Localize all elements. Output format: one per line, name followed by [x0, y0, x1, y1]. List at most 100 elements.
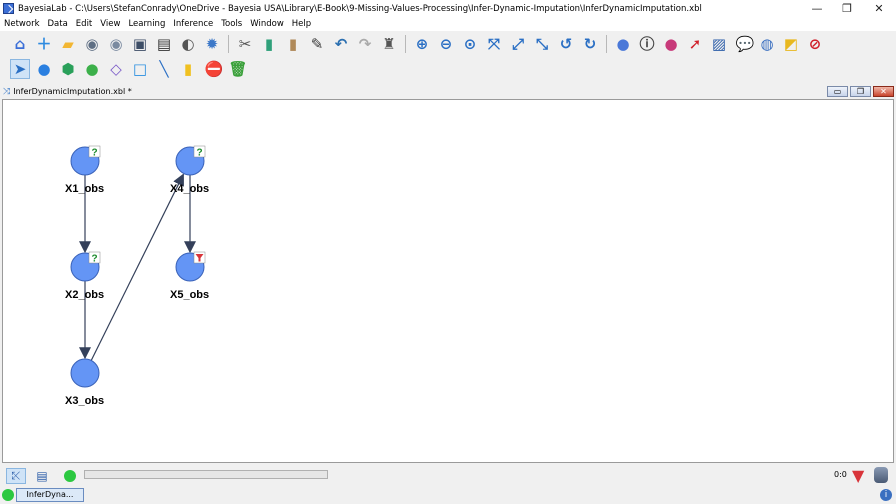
menu-edit[interactable]: Edit [76, 19, 92, 29]
shrink-button[interactable]: ⤡ [532, 34, 552, 54]
print-preview-icon: ◐ [181, 34, 195, 53]
print-button[interactable]: ▤ [154, 34, 174, 54]
title-bar: BayesiaLab - C:\Users\StefanConrady\OneD… [0, 0, 896, 17]
forbidden-arc-icon: ⊘ [808, 34, 822, 53]
main-toolbar: ⌂ ＋ ▰ ◉ ◉ ▣ ▤ ◐ ✹ ✂ ▮ ▮ ✎ ↶ ↷ ♜ ⊕ ⊖ ⊙ ⤧ ⤢ ⤡ ↺ ↻ ● ⓘ ● ➚ ▨ 💬 ◍ ◩ ⊘ [0, 32, 829, 56]
zoom-out-button[interactable]: ⊖ [436, 34, 456, 54]
zoom-in-icon: ⊕ [415, 34, 429, 53]
expand-button[interactable]: ⤢ [508, 34, 528, 54]
node-info-button[interactable]: ⓘ [637, 34, 657, 54]
binoculars-button[interactable]: ♜ [379, 34, 399, 54]
rotate-right-button[interactable]: ↻ [580, 34, 600, 54]
filter-icon[interactable]: ▼ [852, 466, 864, 485]
rotate-left-button[interactable]: ↺ [556, 34, 576, 54]
missing-value-badge-icon: ? [196, 148, 202, 159]
forbidden-arc-button[interactable]: ⊘ [805, 34, 825, 54]
format-brush-icon: ✎ [310, 34, 324, 53]
menu-data[interactable]: Data [48, 19, 68, 29]
add-note-icon: ▮ [183, 59, 193, 78]
delete-trash-button[interactable]: 🗑 [226, 59, 248, 79]
doc-minimize-button[interactable]: ▭ [827, 86, 848, 97]
graph-toolbar: ➤ ● ⬢ ● ◇ □ ╲ ▮ ⛔ 🗑 [0, 57, 250, 81]
fit-window-icon: ⤧ [487, 34, 500, 53]
paste-button[interactable]: ▮ [283, 34, 303, 54]
add-note-button[interactable]: ▮ [178, 59, 198, 79]
settings-gear-button[interactable]: ✹ [202, 34, 222, 54]
zoom-fit-button[interactable]: ⊙ [460, 34, 480, 54]
node-color-button[interactable]: ● [661, 34, 681, 54]
stop-icon: ⛔ [204, 59, 224, 78]
add-utility-node-button[interactable]: □ [130, 59, 150, 79]
window-title: BayesiaLab - C:\Users\StefanConrady\OneD… [18, 3, 702, 14]
node-label-X2_obs: X2_obs [65, 289, 105, 301]
redo-icon: ↷ [358, 34, 372, 53]
node-label-X1_obs: X1_obs [65, 183, 105, 195]
menu-tools[interactable]: Tools [221, 19, 242, 29]
node-label-X3_obs: X3_obs [65, 395, 105, 407]
zoom-fit-icon: ⊙ [463, 34, 477, 53]
add-node-hexagon-button[interactable]: ⬢ [58, 59, 78, 79]
redo-button[interactable]: ↷ [355, 34, 375, 54]
menu-network[interactable]: Network [4, 19, 40, 29]
selection-arrow-icon: ➤ [13, 59, 27, 78]
menu-view[interactable]: View [100, 19, 120, 29]
doc-restore-button[interactable]: ❐ [850, 86, 871, 97]
doc-close-button[interactable]: ✕ [873, 86, 894, 97]
network-graph-canvas[interactable]: ??? X1_obs X2_obs X3_obs X4_obs X5_obs [2, 99, 894, 463]
database-associate-button[interactable]: ◉ [106, 34, 126, 54]
copy-button[interactable]: ▮ [259, 34, 279, 54]
database-button[interactable]: ◉ [82, 34, 102, 54]
menu-help[interactable]: Help [292, 19, 311, 29]
menu-window[interactable]: Window [250, 19, 284, 29]
add-arc-icon: ╲ [159, 59, 169, 78]
save-button[interactable]: ▣ [130, 34, 150, 54]
taskbar-item-inferdynamic[interactable]: InferDyna... [16, 488, 84, 502]
menu-learning[interactable]: Learning [128, 19, 165, 29]
node-X3_obs[interactable] [70, 358, 100, 388]
network-icon: ⤨ [3, 86, 11, 97]
restore-button[interactable]: ❐ [830, 0, 864, 17]
copy-icon: ▮ [264, 34, 274, 53]
home-icon: ⌂ [14, 34, 26, 53]
print-preview-button[interactable]: ◐ [178, 34, 198, 54]
globe-info-button[interactable]: ◍ [757, 34, 777, 54]
close-window-button[interactable]: ✕ [862, 0, 896, 17]
format-brush-button[interactable]: ✎ [307, 34, 327, 54]
home-button[interactable]: ⌂ [10, 34, 30, 54]
add-constraint-node-button[interactable]: ● [82, 59, 102, 79]
bayesialab-logo-icon [3, 3, 14, 14]
node-style-icon: ● [616, 34, 630, 53]
add-node-circle-button[interactable]: ● [34, 59, 54, 79]
note-button[interactable]: ◩ [781, 34, 801, 54]
zoom-in-button[interactable]: ⊕ [412, 34, 432, 54]
add-decision-node-button[interactable]: ◇ [106, 59, 126, 79]
note-icon: ◩ [783, 34, 799, 53]
add-utility-node-icon: □ [132, 59, 148, 78]
undo-button[interactable]: ↶ [331, 34, 351, 54]
add-arc-button[interactable]: ╲ [154, 59, 174, 79]
open-folder-icon: ▰ [62, 34, 74, 53]
toolbar-separator [405, 35, 406, 53]
validation-mode-icon[interactable]: ▤ [32, 468, 52, 484]
info-icon[interactable]: i [880, 489, 892, 501]
stop-button[interactable]: ⛔ [202, 59, 224, 79]
arc-X3_obs-X4_obs[interactable] [90, 173, 184, 361]
toolbar-separator [606, 35, 607, 53]
menu-inference[interactable]: Inference [173, 19, 213, 29]
node-color-icon: ● [664, 34, 678, 53]
node-style-button[interactable]: ● [613, 34, 633, 54]
database-status-icon[interactable] [874, 467, 888, 483]
new-network-button[interactable]: ＋ [34, 34, 54, 54]
arc-red-button[interactable]: ➚ [685, 34, 705, 54]
comment-button[interactable]: 💬 [733, 34, 755, 54]
image-button[interactable]: ▨ [709, 34, 729, 54]
node-label-X4_obs: X4_obs [170, 183, 210, 195]
modeling-mode-icon[interactable]: ⤪ [6, 468, 26, 484]
document-title-bar: ⤨ InferDynamicImputation.xbl * [0, 84, 896, 99]
fit-window-button[interactable]: ⤧ [484, 34, 504, 54]
selection-arrow-button[interactable]: ➤ [10, 59, 30, 79]
add-node-circle-icon: ● [37, 59, 51, 78]
open-folder-button[interactable]: ▰ [58, 34, 78, 54]
cut-button[interactable]: ✂ [235, 34, 255, 54]
minimize-button[interactable]: — [800, 0, 834, 17]
